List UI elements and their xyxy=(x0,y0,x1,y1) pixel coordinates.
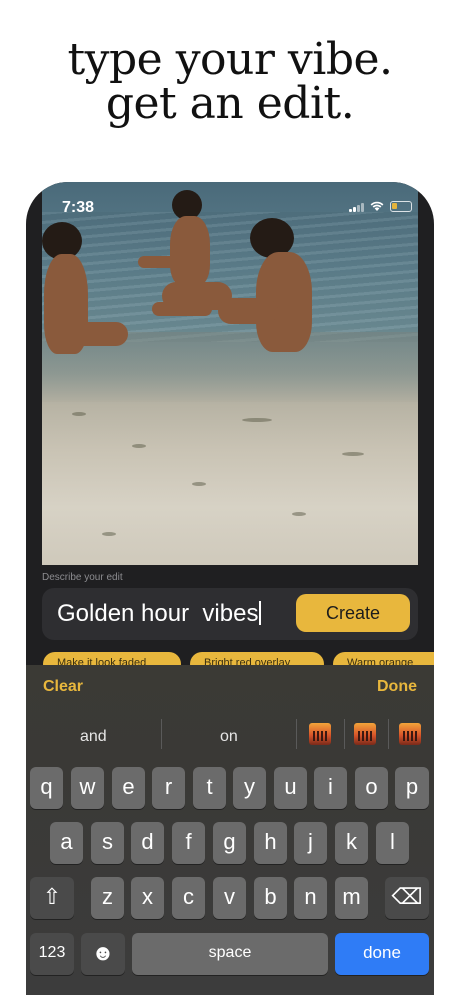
key-b[interactable]: b xyxy=(254,877,287,919)
key-l[interactable]: l xyxy=(376,822,409,864)
key-s[interactable]: s xyxy=(91,822,124,864)
return-done-key[interactable]: done xyxy=(335,933,429,975)
suggestion-on[interactable]: on xyxy=(220,728,238,746)
delete-icon: ⌫ xyxy=(391,884,423,909)
key-g[interactable]: g xyxy=(213,822,246,864)
city-dusk-emoji-icon[interactable] xyxy=(399,723,421,745)
key-w[interactable]: w xyxy=(71,767,104,809)
key-v[interactable]: v xyxy=(213,877,246,919)
space-key[interactable]: space xyxy=(132,933,328,975)
city-sunset-emoji-icon[interactable] xyxy=(354,723,376,745)
edit-description-text[interactable]: Golden hour vibes xyxy=(57,600,262,628)
key-x[interactable]: x xyxy=(131,877,164,919)
headline-line-2: get an edit. xyxy=(105,78,355,129)
key-r[interactable]: r xyxy=(152,767,185,809)
suggestion-and[interactable]: and xyxy=(80,728,107,746)
delete-key[interactable]: ⌫ xyxy=(385,877,429,919)
done-button[interactable]: Done xyxy=(377,678,417,696)
describe-edit-label: Describe your edit xyxy=(42,572,123,583)
key-z[interactable]: z xyxy=(91,877,124,919)
key-d[interactable]: d xyxy=(131,822,164,864)
shift-icon: ⇧ xyxy=(42,884,62,909)
key-p[interactable]: p xyxy=(395,767,429,809)
numbers-key[interactable]: 123 xyxy=(30,933,74,975)
key-u[interactable]: u xyxy=(274,767,307,809)
shift-key[interactable]: ⇧ xyxy=(30,877,74,919)
text-caret xyxy=(259,601,262,625)
key-q[interactable]: q xyxy=(30,767,63,809)
status-icons xyxy=(349,201,412,212)
key-a[interactable]: a xyxy=(50,822,83,864)
key-t[interactable]: t xyxy=(193,767,226,809)
key-o[interactable]: o xyxy=(355,767,388,809)
key-j[interactable]: j xyxy=(294,822,327,864)
phone-frame: 7:38 Describe your edit Golden hour vibe… xyxy=(26,182,434,995)
key-c[interactable]: c xyxy=(172,877,205,919)
key-i[interactable]: i xyxy=(314,767,347,809)
create-button[interactable]: Create xyxy=(296,594,410,632)
clear-button[interactable]: Clear xyxy=(43,678,83,696)
cellular-signal-icon xyxy=(349,202,364,212)
beach-photo xyxy=(42,182,418,565)
key-e[interactable]: e xyxy=(112,767,145,809)
battery-icon xyxy=(390,201,412,212)
key-f[interactable]: f xyxy=(172,822,205,864)
sunset-emoji-icon[interactable] xyxy=(309,723,331,745)
key-m[interactable]: m xyxy=(335,877,368,919)
key-h[interactable]: h xyxy=(254,822,287,864)
key-k[interactable]: k xyxy=(335,822,368,864)
key-n[interactable]: n xyxy=(294,877,327,919)
emoji-key[interactable]: ☻ xyxy=(81,933,125,975)
key-y[interactable]: y xyxy=(233,767,266,809)
status-time: 7:38 xyxy=(62,199,95,216)
emoji-icon: ☻ xyxy=(91,940,115,965)
headline-line-1: type your vibe. xyxy=(67,34,393,85)
headline: type your vibe. get an edit. xyxy=(0,38,460,126)
wifi-icon xyxy=(370,201,384,212)
keyboard: Clear Done and on q w e r t y u i o p a … xyxy=(26,665,434,995)
edit-description-input[interactable]: Golden hour vibes Create xyxy=(42,588,418,640)
